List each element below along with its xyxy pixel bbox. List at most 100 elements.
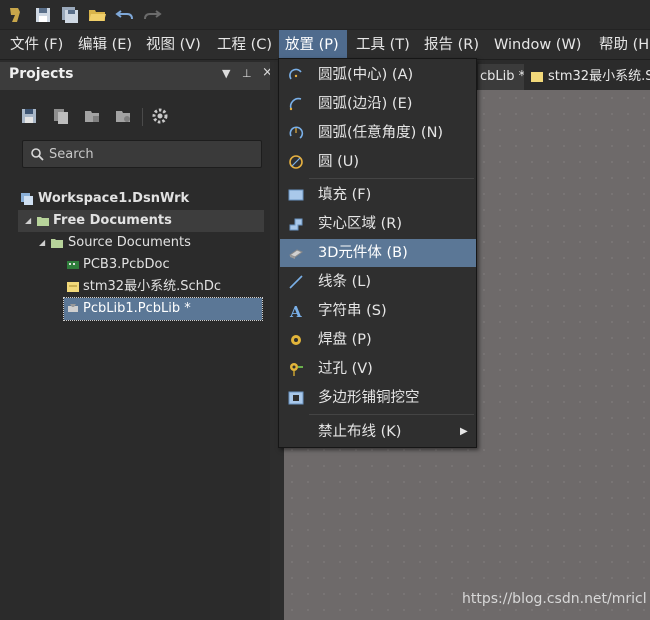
tree-workspace[interactable]: Workspace1.DsnWrk (0, 188, 270, 210)
menu-item-3d-body[interactable]: 3D元件体 (B) (280, 239, 476, 267)
document-tabs: cbLib * stm32最小系统.S (478, 62, 650, 90)
gear-icon[interactable] (151, 107, 169, 125)
menu-item-label: 实心区域 (R) (318, 216, 402, 232)
search-input[interactable] (49, 145, 249, 163)
menu-item-label: 字符串 (S) (318, 303, 387, 319)
tree-file-pcblib[interactable]: PcbLib1.PcbLib * (63, 297, 263, 321)
open-folder-icon[interactable] (87, 5, 107, 25)
tree-source-documents[interactable]: ◢ Source Documents (34, 232, 264, 254)
folder-icon (37, 217, 49, 226)
menu-item-pad[interactable]: 焊盘 (P) (280, 326, 476, 354)
submenu-arrow-icon: ▶ (460, 426, 468, 437)
fill-icon (288, 189, 304, 201)
pin-icon[interactable]: ⊥ (242, 67, 252, 80)
watermark-text: https://blog.csdn.net/mricl (462, 591, 647, 607)
menu-item-label: 焊盘 (P) (318, 332, 372, 348)
tree-file-sch[interactable]: stm32最小系统.SchDc (64, 276, 264, 298)
string-icon: A (289, 303, 302, 319)
projects-panel-header: Projects ▼ ⊥ × (0, 62, 278, 90)
workspace-icon (21, 193, 33, 205)
pcblib-document-icon (68, 304, 78, 312)
menu-item-label: 圆弧(任意角度) (N) (318, 125, 444, 141)
menu-item-label: 过孔 (V) (318, 361, 373, 377)
workspace-label: Workspace1.DsnWrk (38, 191, 190, 206)
menu-item-arc-edge[interactable]: 圆弧(边沿) (E) (280, 90, 476, 118)
panel-toolbar (0, 102, 278, 132)
free-documents-label: Free Documents (53, 213, 172, 228)
menu-item-label: 禁止布线 (K) (318, 424, 402, 440)
projects-panel: Projects ▼ ⊥ × Workspace1.DsnWr (0, 62, 278, 620)
menu-item-line[interactable]: 线条 (L) (280, 268, 476, 296)
solid-region-icon (289, 218, 303, 231)
arc-any-angle-icon (289, 126, 304, 139)
toolbar-divider (142, 108, 143, 126)
menu-item-keepout[interactable]: 禁止布线 (K) ▶ (280, 418, 476, 446)
save-all-icon[interactable] (60, 5, 80, 25)
app-logo-icon (10, 8, 20, 22)
folder-icon (51, 239, 63, 248)
file-label: stm32最小系统.SchDc (83, 279, 222, 294)
schematic-document-icon (67, 282, 79, 292)
polygon-cutout-icon (288, 391, 304, 405)
undo-icon[interactable] (115, 5, 135, 25)
compile-icon[interactable] (52, 107, 70, 125)
schematic-document-icon (531, 72, 543, 82)
menu-item-polygon-cutout[interactable]: 多边形铺铜挖空 (280, 384, 476, 412)
menu-help[interactable]: 帮助 (H (593, 30, 650, 60)
save-project-icon[interactable] (20, 107, 38, 125)
menu-item-arc-any-angle[interactable]: 圆弧(任意角度) (N) (280, 119, 476, 147)
menu-item-circle[interactable]: 圆 (U) (280, 148, 476, 176)
project-options-icon[interactable] (83, 107, 101, 125)
arc-edge-icon (289, 97, 302, 111)
search-icon (31, 148, 44, 161)
arc-center-icon (289, 68, 302, 80)
search-box[interactable] (22, 140, 262, 168)
via-icon (290, 363, 303, 376)
menu-item-label: 线条 (L) (318, 274, 372, 290)
menu-item-label: 圆弧(中心) (A) (318, 67, 414, 83)
save-icon[interactable] (33, 5, 53, 25)
menu-item-label: 圆 (U) (318, 154, 360, 170)
menu-item-solid-region[interactable]: 实心区域 (R) (280, 210, 476, 238)
tree-file-pcb[interactable]: PCB3.PcbDoc (64, 254, 264, 276)
menu-item-label: 3D元件体 (B) (318, 245, 408, 261)
line-icon (289, 275, 303, 289)
menu-item-label: 圆弧(边沿) (E) (318, 96, 413, 112)
panel-menu-icon[interactable]: ▼ (222, 67, 230, 80)
tab-pcblib[interactable]: cbLib * (478, 64, 524, 90)
menu-bar: 文件 (F) 编辑 (E) 视图 (V) 工程 (C) 放置 (P) 工具 (T… (0, 30, 650, 60)
tree-free-documents[interactable]: ◢ Free Documents (18, 210, 264, 232)
svg-text:A: A (289, 303, 302, 319)
file-label: PcbLib1.PcbLib * (83, 301, 191, 316)
menu-file[interactable]: 文件 (F) (4, 30, 69, 60)
panel-title: Projects (9, 66, 74, 82)
menu-separator (309, 178, 474, 179)
circle-icon (289, 155, 303, 169)
menu-window[interactable]: Window (W) (488, 30, 587, 60)
file-label: PCB3.PcbDoc (83, 257, 170, 272)
source-documents-label: Source Documents (68, 235, 191, 250)
menu-edit[interactable]: 编辑 (E) (72, 30, 138, 60)
redo-icon[interactable] (142, 5, 162, 25)
expand-arrow-icon[interactable]: ◢ (39, 232, 45, 254)
menu-item-via[interactable]: 过孔 (V) (280, 355, 476, 383)
menu-separator (309, 414, 474, 415)
menu-item-fill[interactable]: 填充 (F) (280, 181, 476, 209)
tab-schematic[interactable]: stm32最小系统.S (528, 64, 650, 90)
menu-item-string[interactable]: A 字符串 (S) (280, 297, 476, 325)
3d-body-icon (288, 249, 304, 259)
menu-item-label: 多边形铺铜挖空 (318, 390, 420, 406)
quick-access-toolbar (0, 0, 650, 30)
menu-tools[interactable]: 工具 (T) (350, 30, 416, 60)
menu-project[interactable]: 工程 (C) (211, 30, 278, 60)
pad-icon (291, 335, 301, 345)
menu-item-arc-center[interactable]: 圆弧(中心) (A) (280, 61, 476, 89)
menu-item-label: 填充 (F) (318, 187, 372, 203)
tab-label: stm32最小系统.S (548, 69, 650, 84)
pcb-document-icon (67, 261, 79, 269)
menu-place[interactable]: 放置 (P) (279, 30, 347, 60)
menu-view[interactable]: 视图 (V) (140, 30, 207, 60)
project-settings-icon[interactable] (114, 107, 132, 125)
menu-reports[interactable]: 报告 (R) (418, 30, 485, 60)
expand-arrow-icon[interactable]: ◢ (25, 210, 31, 232)
